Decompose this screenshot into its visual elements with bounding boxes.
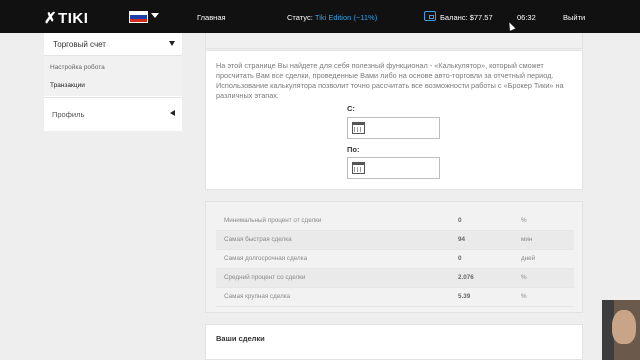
- logo-mark-icon: ✗: [44, 10, 58, 27]
- stat-label: Самая быстрая сделка: [224, 236, 292, 243]
- chevron-down-icon: [169, 41, 175, 46]
- table-row: Самая крупная сделка 5.39 %: [216, 288, 574, 307]
- tiki-logo[interactable]: ✗TIKI: [44, 9, 88, 27]
- deals-panel: Ваши сделки: [205, 324, 583, 360]
- statistics-table: Минимальный процент от сделки 0 % Самая …: [216, 212, 574, 307]
- logout-button[interactable]: Выйти: [563, 13, 585, 22]
- date-from-input[interactable]: [347, 117, 440, 139]
- stat-label: Самая долгосрочная сделка: [224, 255, 308, 262]
- wallet-icon: [424, 11, 436, 21]
- sidebar-submenu: Настройка робота Транзакции: [44, 56, 182, 96]
- table-row: Самая быстрая сделка 94 мин: [216, 231, 574, 250]
- stat-label: Средний процент со сделки: [224, 274, 306, 281]
- calendar-icon[interactable]: [352, 122, 365, 134]
- deals-title: Ваши сделки: [216, 334, 265, 343]
- time-display: 06:32: [517, 13, 536, 22]
- card-header-strip: [205, 33, 583, 49]
- status-label: Статус:: [287, 13, 313, 22]
- stat-unit: %: [521, 274, 527, 281]
- webcam-face: [612, 310, 636, 344]
- date-to-input[interactable]: [347, 157, 440, 179]
- table-row: Средний процент со сделки 2.076 %: [216, 269, 574, 288]
- sidebar-item-transactions[interactable]: Транзакции: [50, 82, 85, 89]
- sidebar-item-trade-account[interactable]: Торговый счет: [44, 33, 182, 56]
- date-to-label: По:: [347, 145, 360, 154]
- nav-home-link[interactable]: Главная: [197, 13, 226, 22]
- webcam-overlay: [602, 300, 640, 360]
- stat-value: 5.39: [458, 293, 471, 300]
- stat-value: 2.076: [458, 274, 474, 281]
- calculator-description: На этой странице Вы найдете для себя пол…: [216, 61, 564, 100]
- balance-display: Баланс: $77.57: [440, 13, 493, 22]
- chevron-down-icon[interactable]: [151, 13, 159, 18]
- stat-value: 0: [458, 255, 462, 262]
- stat-unit: дней: [521, 255, 536, 262]
- sidebar: Торговый счет Настройка робота Транзакци…: [44, 33, 182, 131]
- status-edition-link[interactable]: Tiki Edition (~11%): [315, 13, 377, 22]
- stat-label: Самая крупная сделка: [224, 293, 291, 300]
- date-from-label: С:: [347, 104, 355, 113]
- status-text: Статус: Tiki Edition (~11%): [287, 13, 377, 22]
- logo-text: TIKI: [58, 10, 89, 27]
- statistics-panel: Минимальный процент от сделки 0 % Самая …: [205, 201, 583, 313]
- stat-value: 0: [458, 217, 462, 224]
- sidebar-item-label: Торговый счет: [53, 40, 106, 49]
- flag-ru-icon[interactable]: [129, 11, 148, 23]
- chevron-left-icon: [170, 110, 175, 116]
- stat-value: 94: [458, 236, 466, 243]
- stat-unit: мин: [521, 236, 533, 243]
- stat-label: Минимальный процент от сделки: [224, 217, 322, 224]
- sidebar-item-robot-settings[interactable]: Настройка робота: [50, 64, 105, 71]
- stat-unit: %: [521, 217, 527, 224]
- sidebar-item-label: Профиль: [52, 110, 85, 119]
- top-navigation-bar: ✗TIKI Главная Статус: Tiki Edition (~11%…: [0, 0, 640, 33]
- table-row: Минимальный процент от сделки 0 %: [216, 212, 574, 231]
- table-row: Самая долгосрочная сделка 0 дней: [216, 250, 574, 269]
- calendar-icon[interactable]: [352, 162, 365, 174]
- stat-unit: %: [521, 293, 527, 300]
- sidebar-item-profile[interactable]: Профиль: [44, 97, 182, 131]
